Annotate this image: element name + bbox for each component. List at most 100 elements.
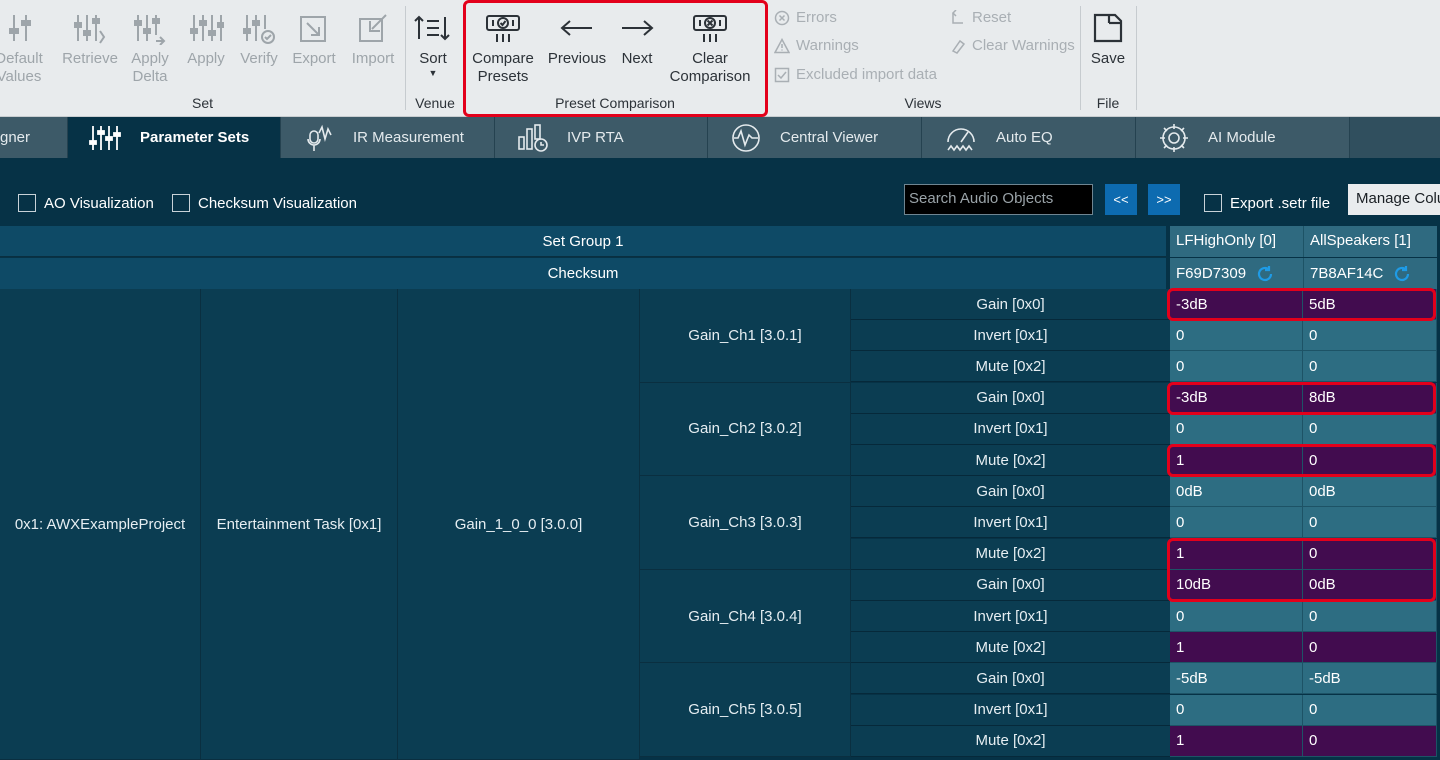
parameter-name-cell: Mute [0x2] xyxy=(851,445,1170,476)
parameter-value-cell[interactable]: 0dB xyxy=(1170,476,1303,508)
checksum-value: 7B8AF14C xyxy=(1310,265,1384,282)
parameter-value-cell[interactable]: 0 xyxy=(1170,320,1303,352)
tab-ir-measurement-label: IR Measurement xyxy=(353,129,464,146)
export-button[interactable]: Export xyxy=(288,6,340,90)
parameter-value-cell[interactable]: 1 xyxy=(1170,445,1303,476)
export-setr-checkbox[interactable]: Export .setr file xyxy=(1204,194,1330,212)
parameter-value-cell[interactable]: 0 xyxy=(1170,413,1303,445)
checksum-visualization-checkbox[interactable]: Checksum Visualization xyxy=(172,194,357,212)
next-button[interactable]: Next xyxy=(614,6,660,90)
apply-button[interactable]: Apply xyxy=(182,6,230,90)
compare-presets-label: Compare Presets xyxy=(472,50,534,85)
manage-columns-button[interactable]: Manage Colu xyxy=(1348,184,1440,215)
default-values-button[interactable]: Default Values xyxy=(0,6,48,90)
retrieve-sliders-icon xyxy=(72,6,108,50)
sort-button[interactable]: Sort ▼ xyxy=(410,6,456,90)
parameter-value-cell[interactable]: -3dB xyxy=(1170,382,1303,414)
ai-brain-icon xyxy=(1160,123,1188,152)
clear-warnings-icon xyxy=(951,39,966,54)
parameter-value-cell[interactable]: 0 xyxy=(1303,445,1437,476)
parameter-name-cell: Gain [0x0] xyxy=(851,569,1170,601)
ao-visualization-box[interactable] xyxy=(18,194,36,212)
parameter-value-cell[interactable]: 0 xyxy=(1170,351,1303,383)
apply-sliders-icon xyxy=(188,6,224,50)
tab-auto-eq[interactable]: Auto EQ xyxy=(922,117,1136,158)
reset-button[interactable]: Reset xyxy=(950,9,1011,26)
export-setr-box[interactable] xyxy=(1204,194,1222,212)
rta-chart-icon xyxy=(518,123,548,152)
tab-ai-module[interactable]: AI Module xyxy=(1136,117,1350,158)
parameter-value-cell[interactable]: 1 xyxy=(1170,538,1303,570)
parameter-value-cell[interactable]: -3dB xyxy=(1170,289,1303,320)
checksum-value: F69D7309 xyxy=(1176,265,1247,282)
tab-auto-eq-label: Auto EQ xyxy=(996,129,1053,146)
refresh-icon[interactable] xyxy=(1256,265,1274,283)
next-page-button[interactable]: >> xyxy=(1148,184,1180,215)
parameter-value-cell[interactable]: 1 xyxy=(1170,632,1303,664)
tab-designer[interactable]: gner xyxy=(0,117,68,158)
verify-button[interactable]: Verify xyxy=(236,6,282,90)
parameter-value-cell[interactable]: 5dB xyxy=(1303,289,1437,320)
ao-visualization-checkbox[interactable]: AO Visualization xyxy=(18,194,154,212)
checksum-header: Checksum xyxy=(0,258,1166,289)
parameter-value-cell[interactable]: -5dB xyxy=(1170,663,1303,695)
central-viewer-icon xyxy=(732,123,760,152)
column-header-lfhighonly[interactable]: LFHighOnly [0] xyxy=(1170,226,1303,257)
parameter-name-cell: Mute [0x2] xyxy=(851,632,1170,664)
ribbon-divider xyxy=(1080,6,1081,110)
errors-toggle[interactable]: Errors xyxy=(774,9,837,26)
clear-comparison-button[interactable]: Clear Comparison xyxy=(666,6,754,90)
parameter-value-cell[interactable]: 0dB xyxy=(1303,476,1437,508)
file-group-label: File xyxy=(1096,95,1120,111)
excluded-import-toggle[interactable]: Excluded import data xyxy=(774,66,937,83)
parameter-value-cell[interactable]: 0 xyxy=(1303,601,1437,632)
parameter-value-cell[interactable]: 1 xyxy=(1170,725,1303,757)
parameter-value-cell[interactable]: 8dB xyxy=(1303,382,1437,414)
parameter-value-cell[interactable]: 0 xyxy=(1303,507,1437,539)
tab-parameter-sets[interactable]: Parameter Sets xyxy=(68,117,281,158)
parameter-value-cell[interactable]: 0 xyxy=(1303,351,1437,383)
apply-delta-icon xyxy=(132,6,168,50)
previous-page-button[interactable]: << xyxy=(1105,184,1137,215)
warning-icon xyxy=(774,37,790,53)
save-button[interactable]: Save xyxy=(1086,6,1130,90)
parameter-value-cell[interactable]: 0 xyxy=(1170,507,1303,539)
retrieve-button[interactable]: Retrieve xyxy=(60,6,120,90)
parameter-value-cell[interactable]: 0 xyxy=(1303,694,1437,726)
checksum-visualization-box[interactable] xyxy=(172,194,190,212)
parameter-value-cell[interactable]: 0 xyxy=(1303,538,1437,570)
parameter-value-cell[interactable]: -5dB xyxy=(1303,663,1437,695)
parameter-name-cell: Gain [0x0] xyxy=(851,289,1170,320)
search-audio-objects-input[interactable]: Search Audio Objects xyxy=(904,184,1093,215)
parameter-value-cell[interactable]: 0 xyxy=(1303,725,1437,757)
column-header-allspeakers[interactable]: AllSpeakers [1] xyxy=(1303,226,1437,257)
parameter-value-cell[interactable]: 0dB xyxy=(1303,569,1437,601)
warnings-label: Warnings xyxy=(796,37,859,54)
next-label: Next xyxy=(621,50,653,67)
previous-button[interactable]: Previous xyxy=(546,6,608,90)
refresh-icon[interactable] xyxy=(1393,265,1411,283)
parameter-value-cell[interactable]: 0 xyxy=(1303,320,1437,352)
tab-ivp-rta[interactable]: IVP RTA xyxy=(495,117,708,158)
reset-icon xyxy=(951,9,963,24)
tab-ai-module-label: AI Module xyxy=(1208,129,1276,146)
parameter-value-cell[interactable]: 0 xyxy=(1170,601,1303,632)
block-cell: Gain_1_0_0 [3.0.0] xyxy=(398,289,640,760)
main-tab-bar: gner Parameter Sets IR Measurement IVP R… xyxy=(0,117,1440,158)
compare-presets-button[interactable]: Compare Presets xyxy=(470,6,536,90)
channel-cell: Gain_Ch3 [3.0.3] xyxy=(640,476,851,570)
parameter-value-cell[interactable]: 0 xyxy=(1303,632,1437,664)
parameter-value-cell[interactable]: 10dB xyxy=(1170,569,1303,601)
parameter-value-cell[interactable]: 0 xyxy=(1170,694,1303,726)
warnings-toggle[interactable]: Warnings xyxy=(774,37,859,54)
parameter-value-cell[interactable]: 0 xyxy=(1303,413,1437,445)
apply-delta-button[interactable]: Apply Delta xyxy=(126,6,174,90)
apply-delta-label: Apply Delta xyxy=(131,50,169,85)
clear-warnings-label: Clear Warnings xyxy=(972,37,1075,54)
tab-ir-measurement[interactable]: IR Measurement xyxy=(281,117,495,158)
import-button[interactable]: Import xyxy=(346,6,400,90)
sliders-icon xyxy=(6,6,42,50)
parameter-name-cell: Mute [0x2] xyxy=(851,351,1170,383)
clear-warnings-button[interactable]: Clear Warnings xyxy=(950,37,1075,54)
tab-central-viewer[interactable]: Central Viewer xyxy=(708,117,922,158)
